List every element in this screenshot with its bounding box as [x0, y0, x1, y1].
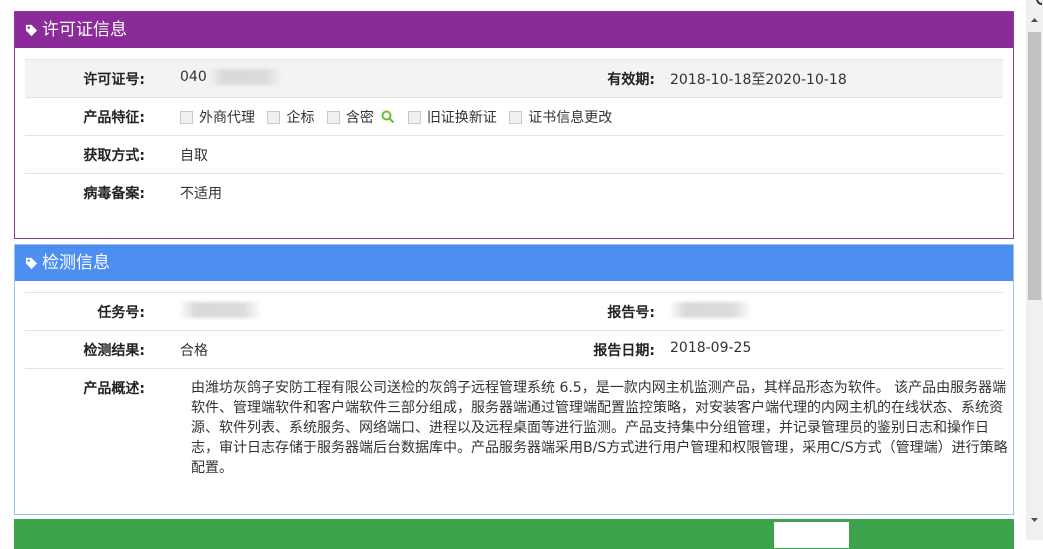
- acquire-label: 获取方式:: [83, 148, 145, 164]
- report-date-value: 2018-09-25: [670, 340, 752, 356]
- task-no-label: 任务号:: [97, 305, 145, 321]
- redacted-license-no: [208, 69, 281, 85]
- license-no-label: 许可证号:: [83, 72, 145, 88]
- acquire-value: 自取: [180, 148, 208, 164]
- feature-checkbox-1[interactable]: [267, 110, 281, 124]
- validity-label: 有效期:: [607, 72, 655, 88]
- license-row-features: 产品特征: 外商代理 企标 含密 旧证换新证 证书信息更改: [25, 97, 1003, 135]
- overview-label: 产品概述:: [83, 381, 145, 397]
- detection-panel-title: 检测信息: [42, 253, 110, 273]
- redacted-task-no: [180, 302, 260, 318]
- license-row-number: 许可证号: 040 有效期: 2018-10-18至2020-10-18: [25, 59, 1003, 97]
- overview-text: 由潍坊灰鸽子安防工程有限公司送检的灰鸽子远程管理系统 6.5，是一款内网主机监测…: [191, 380, 1008, 476]
- license-panel-header: 许可证信息: [15, 12, 1013, 48]
- detection-row-result: 检测结果: 合格 报告日期: 2018-09-25: [25, 330, 1003, 368]
- task-no-value: [180, 302, 260, 318]
- tag-icon: [25, 257, 38, 269]
- features-list: 外商代理 企标 含密 旧证换新证 证书信息更改: [172, 107, 612, 127]
- corner-icon: [1036, 0, 1043, 5]
- report-no-label: 报告号:: [607, 305, 655, 321]
- feature-label-4: 证书信息更改: [528, 110, 613, 126]
- license-row-virus: 病毒备案: 不适用: [25, 173, 1003, 211]
- report-date-label: 报告日期:: [593, 343, 655, 359]
- feature-label-1: 企标: [286, 110, 315, 126]
- license-panel-title: 许可证信息: [42, 20, 127, 40]
- scroll-up-icon[interactable]: [1026, 12, 1043, 29]
- detection-row-overview: 产品概述: 由潍坊灰鸽子安防工程有限公司送检的灰鸽子远程管理系统 6.5，是一款…: [25, 368, 1008, 479]
- detection-panel-header: 检测信息: [15, 245, 1013, 281]
- feature-checkbox-3[interactable]: [407, 110, 421, 124]
- scrollbar-thumb[interactable]: [1028, 32, 1041, 300]
- detection-row-numbers: 任务号: 报告号:: [25, 292, 1003, 330]
- feature-label-2: 含密: [345, 110, 374, 126]
- next-panel-box: [774, 522, 849, 548]
- detection-panel: 检测信息 任务号: 报告号: 检测结果: 合格 报告日期: 2018-09-25…: [14, 244, 1014, 515]
- redacted-report-no: [670, 302, 750, 318]
- license-no-value: 040: [180, 69, 281, 85]
- search-icon[interactable]: [381, 110, 395, 124]
- validity-value: 2018-10-18至2020-10-18: [670, 72, 847, 88]
- license-panel: 许可证信息 许可证号: 040 有效期: 2018-10-18至2020-10-…: [14, 11, 1014, 239]
- result-label: 检测结果:: [83, 343, 145, 359]
- feature-label-0: 外商代理: [199, 110, 255, 126]
- scrollbar[interactable]: [1026, 0, 1043, 540]
- virus-value: 不适用: [180, 186, 222, 202]
- feature-checkbox-4[interactable]: [509, 110, 523, 124]
- result-value: 合格: [180, 343, 208, 359]
- features-label: 产品特征:: [83, 110, 145, 126]
- feature-label-3: 旧证换新证: [426, 110, 497, 126]
- license-row-acquire: 获取方式: 自取: [25, 135, 1003, 173]
- feature-checkbox-2[interactable]: [326, 110, 340, 124]
- feature-checkbox-0[interactable]: [180, 110, 193, 124]
- tag-icon: [25, 24, 38, 36]
- scroll-down-icon[interactable]: [1026, 511, 1043, 528]
- report-no-value: [670, 302, 750, 318]
- virus-label: 病毒备案:: [83, 186, 145, 202]
- license-no-text: 040: [180, 69, 207, 85]
- next-panel-header: [14, 519, 1014, 549]
